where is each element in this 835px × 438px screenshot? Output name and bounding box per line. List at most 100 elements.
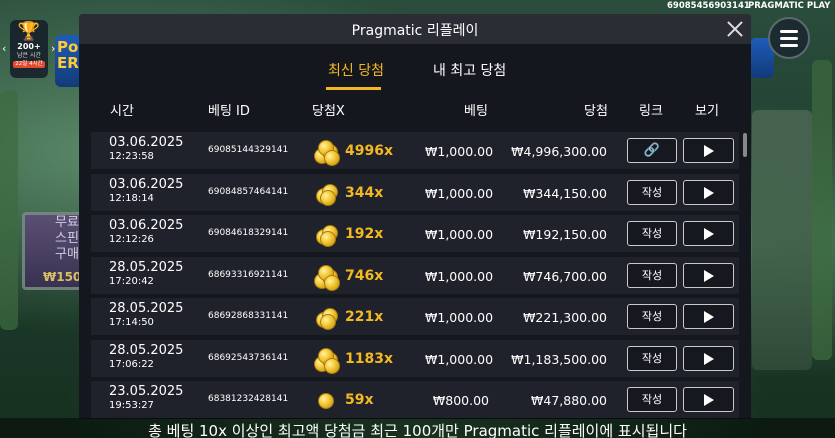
row-time: 12:23:58 xyxy=(109,151,154,162)
write-label: 작성 xyxy=(641,310,663,323)
row-win: ₩1,183,500.00 xyxy=(511,351,607,367)
table-row: 03.06.2025 12:18:14 69084857464141 344x … xyxy=(91,173,739,211)
row-win: ₩344,150.00 xyxy=(523,185,607,201)
row-bet-id: 69084618329141 xyxy=(208,228,289,238)
coin-stack-icon xyxy=(314,264,340,291)
row-bet: ₩1,000.00 xyxy=(425,351,494,367)
replay-modal: Pragmatic 리플레이 최신 당첨 내 최고 당첨 시간 베팅 ID 당첨… xyxy=(79,14,751,419)
table-row: 23.05.2025 19:53:27 68381232428141 59x ₩… xyxy=(91,381,739,418)
row-multiplier: 1183x xyxy=(345,350,393,367)
trophy-icon: 🏆 xyxy=(17,21,41,42)
row-bet-id: 68692868331141 xyxy=(208,311,289,321)
buy-free-spins-sign: 무료 스핀 구매 ₩150,0 xyxy=(22,212,94,290)
play-icon xyxy=(703,352,714,365)
play-icon xyxy=(703,145,714,157)
chevron-right-icon[interactable]: › xyxy=(51,42,55,55)
column-header-time: 시간 xyxy=(110,104,134,119)
modal-header: Pragmatic 리플레이 xyxy=(79,14,751,44)
column-header-bet-id: 베팅 ID xyxy=(208,104,250,119)
play-replay-button[interactable] xyxy=(683,179,734,205)
play-icon xyxy=(703,186,714,199)
row-bet-id: 68692543736141 xyxy=(208,352,289,363)
row-bet-id: 68381232428141 xyxy=(208,394,289,404)
write-label: 작성 xyxy=(641,351,663,365)
write-label: 작성 xyxy=(641,268,663,282)
play-icon xyxy=(703,269,714,282)
coin-stack-icon xyxy=(314,389,340,413)
row-time: 17:14:50 xyxy=(109,317,154,328)
brand-logo: PRAGMATIC PLAY xyxy=(748,1,831,11)
link-button[interactable]: 작성 xyxy=(627,345,677,371)
row-win: ₩192,150.00 xyxy=(523,227,607,242)
sign-text: 구매 xyxy=(55,247,79,262)
play-replay-button[interactable] xyxy=(683,221,734,246)
tournament-timer: 22일 4시간 xyxy=(13,61,45,68)
row-multiplier: 746x xyxy=(345,267,384,284)
table-row: 03.06.2025 12:12:26 69084618329141 192x … xyxy=(91,215,739,252)
play-replay-button[interactable] xyxy=(683,138,734,163)
row-multiplier: 344x xyxy=(345,184,384,201)
row-time: 17:06:22 xyxy=(109,358,154,370)
sign-text: 무료 xyxy=(55,215,79,230)
column-header-bet: 베팅 xyxy=(464,104,488,119)
footer-notice: 총 베팅 10x 이상인 최고액 당첨금 최근 100개만 Pragmatic … xyxy=(148,422,687,438)
link-button[interactable]: 작성 xyxy=(627,262,677,288)
play-icon xyxy=(703,311,714,323)
coin-stack-icon xyxy=(314,182,340,206)
row-time: 12:18:14 xyxy=(109,192,154,204)
hamburger-icon xyxy=(780,29,798,33)
column-header-link: 링크 xyxy=(639,104,663,119)
jungle-vine xyxy=(812,60,832,360)
row-bet-id: 69085144329141 xyxy=(208,145,289,155)
scrollbar[interactable] xyxy=(743,133,747,157)
tournament-widget[interactable]: 🏆 200+ 남은 시간 22일 4시간 xyxy=(10,20,48,78)
row-bet: ₩1,000.00 xyxy=(425,227,494,242)
coin-stack-icon xyxy=(314,140,340,166)
stone-pillar xyxy=(752,110,812,370)
jungle-vine xyxy=(0,90,18,330)
link-button[interactable]: 작성 xyxy=(627,221,677,246)
row-multiplier: 59x xyxy=(345,392,374,408)
row-bet: ₩1,000.00 xyxy=(425,185,494,201)
tab-latest-wins[interactable]: 최신 당첨 xyxy=(328,60,384,80)
row-win: ₩746,700.00 xyxy=(523,268,607,284)
row-date: 03.06.2025 xyxy=(109,218,184,233)
row-win: ₩221,300.00 xyxy=(523,310,607,325)
row-date: 23.05.2025 xyxy=(109,384,184,399)
chain-link-icon: 🔗 xyxy=(643,143,661,158)
row-bet: ₩1,000.00 xyxy=(425,144,494,159)
play-icon xyxy=(703,394,714,406)
round-id: 69085456903141 xyxy=(667,1,750,11)
link-button[interactable]: 🔗 xyxy=(627,138,677,163)
row-win: ₩47,880.00 xyxy=(531,393,607,408)
row-bet: ₩1,000.00 xyxy=(425,268,494,284)
hamburger-icon xyxy=(780,43,798,47)
table-row: 28.05.2025 17:20:42 68693316921141 746x … xyxy=(91,256,739,294)
column-header-multiplier: 당첨X xyxy=(312,104,345,119)
row-multiplier: 4996x xyxy=(345,143,393,159)
link-button[interactable]: 작성 xyxy=(627,179,677,205)
write-label: 작성 xyxy=(641,185,663,199)
play-replay-button[interactable] xyxy=(683,387,734,412)
coin-stack-icon xyxy=(314,306,340,330)
row-date: 28.05.2025 xyxy=(109,301,184,316)
menu-button[interactable] xyxy=(768,17,810,59)
table-row: 28.05.2025 17:06:22 68692543736141 1183x… xyxy=(91,339,739,377)
link-button[interactable]: 작성 xyxy=(627,304,677,329)
play-icon xyxy=(703,228,714,240)
row-time: 12:12:26 xyxy=(109,234,154,245)
play-replay-button[interactable] xyxy=(683,345,734,371)
row-win: ₩4,996,300.00 xyxy=(511,144,607,159)
play-replay-button[interactable] xyxy=(683,262,734,288)
close-icon[interactable] xyxy=(724,18,746,40)
hamburger-icon xyxy=(780,36,798,40)
chevron-left-icon[interactable]: ‹ xyxy=(2,42,6,55)
row-bet: ₩800.00 xyxy=(432,393,489,408)
row-time: 17:20:42 xyxy=(109,275,154,287)
sign-text: 스핀 xyxy=(55,231,79,246)
link-button[interactable]: 작성 xyxy=(627,387,677,412)
play-replay-button[interactable] xyxy=(683,304,734,329)
write-label: 작성 xyxy=(641,393,663,406)
tab-my-best-wins[interactable]: 내 최고 당첨 xyxy=(433,60,506,80)
row-date: 28.05.2025 xyxy=(109,259,184,275)
